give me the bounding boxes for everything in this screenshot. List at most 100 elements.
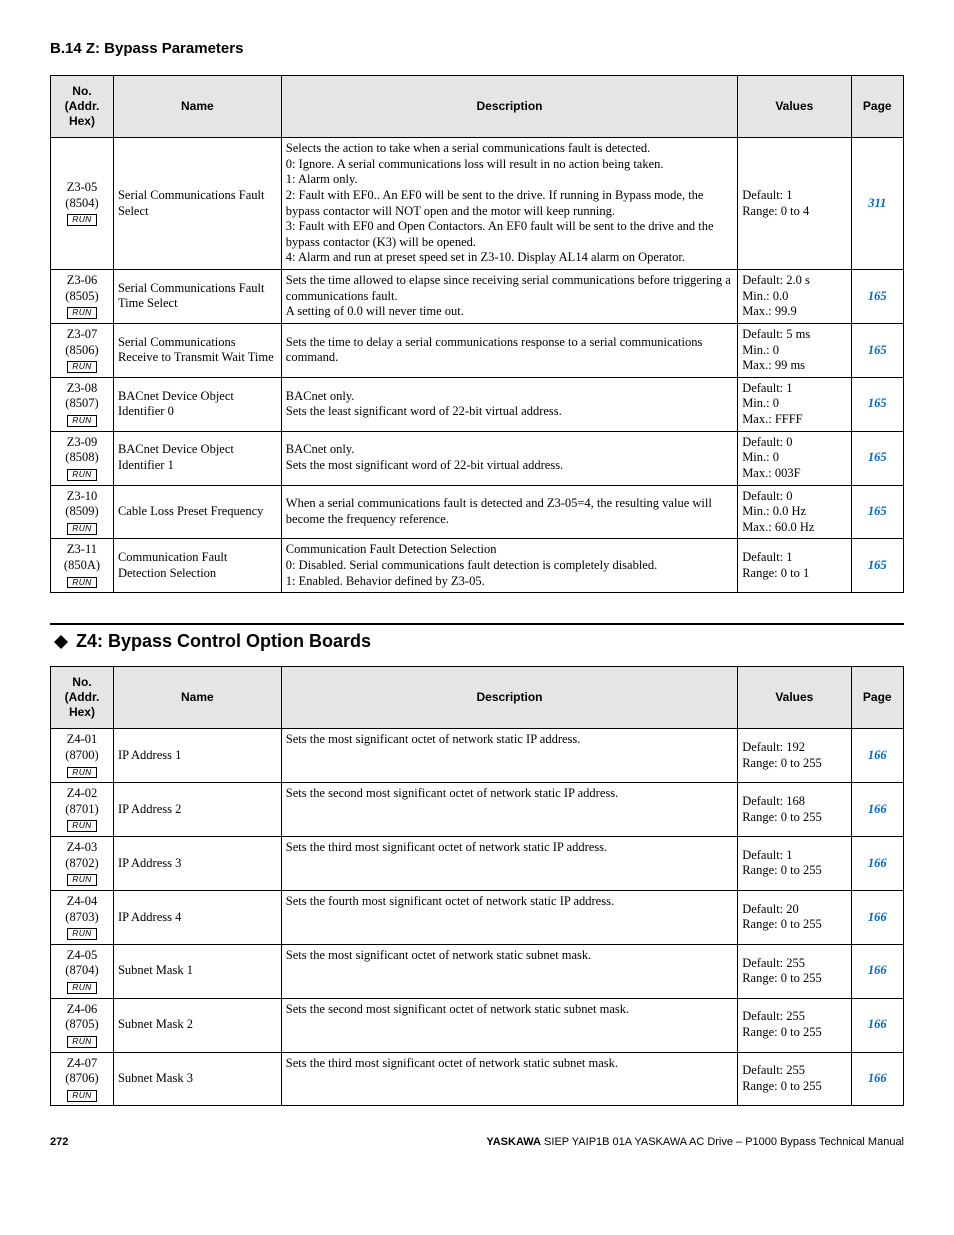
cell-no: Z3-07(8506)RUN [51, 323, 114, 377]
cell-description: Sets the third most significant octet of… [281, 1052, 737, 1106]
run-badge: RUN [67, 767, 96, 779]
cell-values: Default: 0 Min.: 0 Max.: 003F [738, 431, 851, 485]
run-badge: RUN [67, 1036, 96, 1048]
cell-name: IP Address 1 [113, 729, 281, 783]
run-badge: RUN [67, 523, 96, 535]
cell-no: Z3-11(850A)RUN [51, 539, 114, 593]
header-page: Page [851, 667, 904, 729]
cell-page-link[interactable]: 166 [851, 890, 904, 944]
cell-page-link[interactable]: 165 [851, 539, 904, 593]
cell-description: Sets the time allowed to elapse since re… [281, 270, 737, 324]
header-desc: Description [281, 76, 737, 138]
run-badge: RUN [67, 469, 96, 481]
table-row: Z4-07(8706)RUNSubnet Mask 3Sets the thir… [51, 1052, 904, 1106]
cell-name: BACnet Device Object Identifier 1 [113, 431, 281, 485]
parameters-table-z4: No. (Addr. Hex) Name Description Values … [50, 666, 904, 1106]
cell-description: Sets the time to delay a serial communic… [281, 323, 737, 377]
cell-page-link[interactable]: 166 [851, 837, 904, 891]
cell-page-link[interactable]: 166 [851, 729, 904, 783]
cell-name: Serial Communications Fault Select [113, 138, 281, 270]
page-number: 272 [50, 1136, 68, 1148]
cell-page-link[interactable]: 165 [851, 485, 904, 539]
manual-title: YASKAWA SIEP YAIP1B 01A YASKAWA AC Drive… [486, 1136, 904, 1148]
table-row: Z3-07(8506)RUNSerial Communications Rece… [51, 323, 904, 377]
cell-page-link[interactable]: 311 [851, 138, 904, 270]
run-badge: RUN [67, 415, 96, 427]
cell-page-link[interactable]: 165 [851, 270, 904, 324]
diamond-icon [54, 628, 68, 642]
cell-no: Z3-09(8508)RUN [51, 431, 114, 485]
run-badge: RUN [67, 214, 96, 226]
cell-description: BACnet only. Sets the least significant … [281, 377, 737, 431]
table-row: Z3-09(8508)RUNBACnet Device Object Ident… [51, 431, 904, 485]
table-row: Z3-11(850A)RUNCommunication Fault Detect… [51, 539, 904, 593]
cell-values: Default: 0 Min.: 0.0 Hz Max.: 60.0 Hz [738, 485, 851, 539]
cell-no: Z4-01(8700)RUN [51, 729, 114, 783]
cell-no: Z4-03(8702)RUN [51, 837, 114, 891]
run-badge: RUN [67, 1090, 96, 1102]
cell-no: Z4-04(8703)RUN [51, 890, 114, 944]
run-badge: RUN [67, 874, 96, 886]
header-name: Name [113, 667, 281, 729]
header-name: Name [113, 76, 281, 138]
cell-description: Sets the most significant octet of netwo… [281, 729, 737, 783]
parameters-table-z3: No. (Addr. Hex) Name Description Values … [50, 75, 904, 593]
cell-values: Default: 5 ms Min.: 0 Max.: 99 ms [738, 323, 851, 377]
cell-name: Subnet Mask 1 [113, 944, 281, 998]
cell-name: Subnet Mask 3 [113, 1052, 281, 1106]
cell-name: Cable Loss Preset Frequency [113, 485, 281, 539]
table-row: Z4-05(8704)RUNSubnet Mask 1Sets the most… [51, 944, 904, 998]
cell-name: BACnet Device Object Identifier 0 [113, 377, 281, 431]
cell-page-link[interactable]: 166 [851, 944, 904, 998]
run-badge: RUN [67, 820, 96, 832]
cell-name: Communication Fault Detection Selection [113, 539, 281, 593]
header-desc: Description [281, 667, 737, 729]
cell-page-link[interactable]: 165 [851, 431, 904, 485]
run-badge: RUN [67, 307, 96, 319]
table-row: Z4-03(8702)RUNIP Address 3Sets the third… [51, 837, 904, 891]
cell-values: Default: 1 Min.: 0 Max.: FFFF [738, 377, 851, 431]
table-row: Z3-10(8509)RUNCable Loss Preset Frequenc… [51, 485, 904, 539]
cell-description: Sets the most significant octet of netwo… [281, 944, 737, 998]
cell-no: Z4-05(8704)RUN [51, 944, 114, 998]
cell-page-link[interactable]: 165 [851, 377, 904, 431]
cell-name: IP Address 3 [113, 837, 281, 891]
header-values: Values [738, 76, 851, 138]
cell-no: Z4-06(8705)RUN [51, 998, 114, 1052]
section-title: B.14 Z: Bypass Parameters [50, 40, 904, 57]
cell-values: Default: 1 Range: 0 to 4 [738, 138, 851, 270]
cell-description: Selects the action to take when a serial… [281, 138, 737, 270]
cell-values: Default: 1 Range: 0 to 1 [738, 539, 851, 593]
run-badge: RUN [67, 982, 96, 994]
cell-values: Default: 20 Range: 0 to 255 [738, 890, 851, 944]
table-row: Z4-06(8705)RUNSubnet Mask 2Sets the seco… [51, 998, 904, 1052]
table-row: Z4-01(8700)RUNIP Address 1Sets the most … [51, 729, 904, 783]
cell-name: IP Address 2 [113, 783, 281, 837]
subsection-title: Z4: Bypass Control Option Boards [76, 631, 371, 652]
cell-name: IP Address 4 [113, 890, 281, 944]
table-row: Z3-08(8507)RUNBACnet Device Object Ident… [51, 377, 904, 431]
cell-page-link[interactable]: 165 [851, 323, 904, 377]
cell-no: Z3-10(8509)RUN [51, 485, 114, 539]
header-page: Page [851, 76, 904, 138]
cell-page-link[interactable]: 166 [851, 783, 904, 837]
cell-page-link[interactable]: 166 [851, 1052, 904, 1106]
table-header-row: No. (Addr. Hex) Name Description Values … [51, 667, 904, 729]
run-badge: RUN [67, 361, 96, 373]
run-badge: RUN [67, 928, 96, 940]
cell-values: Default: 168 Range: 0 to 255 [738, 783, 851, 837]
cell-no: Z3-08(8507)RUN [51, 377, 114, 431]
cell-no: Z4-02(8701)RUN [51, 783, 114, 837]
cell-values: Default: 255 Range: 0 to 255 [738, 998, 851, 1052]
page-footer: 272 YASKAWA SIEP YAIP1B 01A YASKAWA AC D… [50, 1136, 904, 1148]
table-row: Z4-02(8701)RUNIP Address 2Sets the secon… [51, 783, 904, 837]
cell-page-link[interactable]: 166 [851, 998, 904, 1052]
cell-no: Z4-07(8706)RUN [51, 1052, 114, 1106]
subsection-divider: Z4: Bypass Control Option Boards [50, 623, 904, 652]
header-no: No. (Addr. Hex) [51, 667, 114, 729]
cell-description: Communication Fault Detection Selection … [281, 539, 737, 593]
cell-values: Default: 2.0 s Min.: 0.0 Max.: 99.9 [738, 270, 851, 324]
table-row: Z4-04(8703)RUNIP Address 4Sets the fourt… [51, 890, 904, 944]
cell-no: Z3-06(8505)RUN [51, 270, 114, 324]
cell-description: Sets the second most significant octet o… [281, 998, 737, 1052]
